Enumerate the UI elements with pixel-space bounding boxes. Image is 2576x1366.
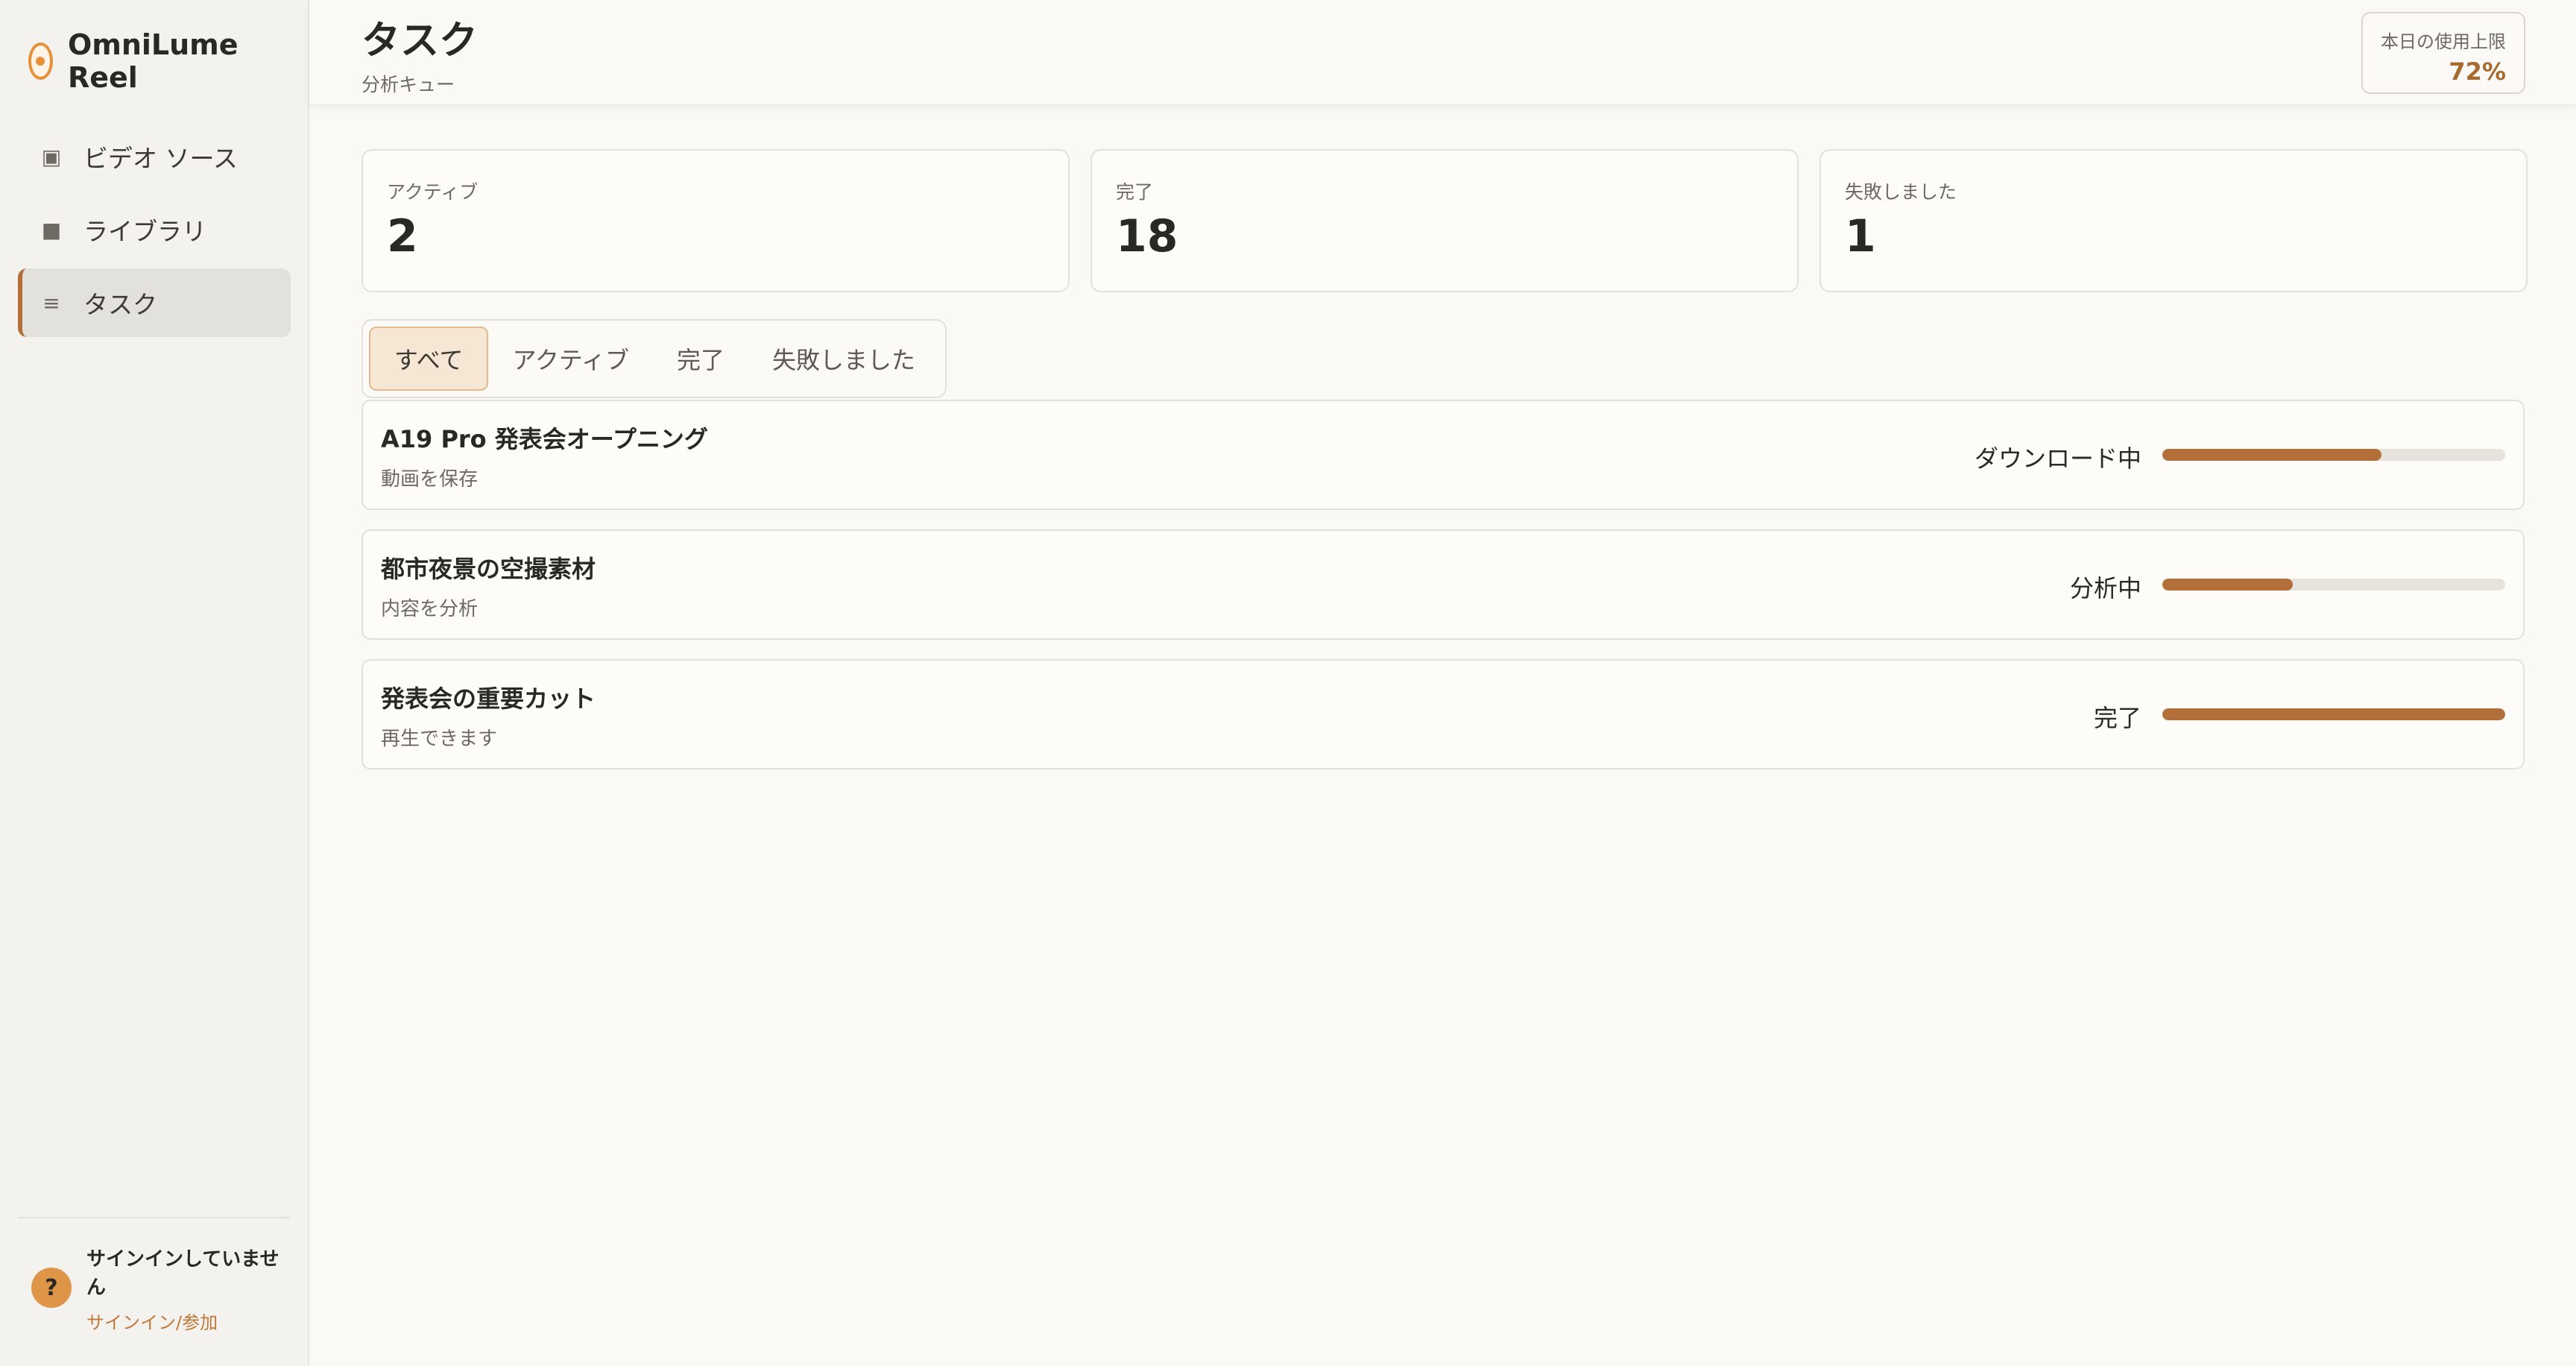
video-source-icon: ▣ bbox=[41, 144, 62, 169]
task-status: 完了 bbox=[2093, 704, 2141, 732]
library-icon: ■ bbox=[41, 217, 62, 242]
app-window: OmniLume Reel ▣ ビデオ ソース ■ ライブラリ ≡ タスク ? … bbox=[0, 0, 2576, 1366]
avatar[interactable]: ? bbox=[31, 1268, 72, 1308]
sidebar-item-label: ライブラリ bbox=[83, 217, 206, 246]
page-title: タスク bbox=[362, 19, 479, 63]
task-progress-fill bbox=[2162, 579, 2293, 591]
tab-all[interactable]: すべて bbox=[369, 327, 489, 391]
task-row[interactable]: 発表会の重要カット 再生できます 完了 bbox=[362, 659, 2525, 769]
sidebar-item-library[interactable]: ■ ライブラリ bbox=[18, 195, 291, 264]
tab-completed[interactable]: 完了 bbox=[653, 327, 748, 391]
sidebar: OmniLume Reel ▣ ビデオ ソース ■ ライブラリ ≡ タスク ? … bbox=[0, 0, 309, 1366]
main-content: タスク 分析キュー 本日の使用上限 72% アクティブ 2 完了 18 失敗しま… bbox=[309, 0, 2576, 1366]
sidebar-item-video-source[interactable]: ▣ ビデオ ソース bbox=[18, 122, 291, 191]
task-subtitle: 動画を保存 bbox=[381, 468, 479, 491]
stat-label: 失敗しました bbox=[1845, 181, 1957, 203]
quota-label: 本日の使用上限 bbox=[2381, 31, 2506, 52]
stat-card-active: アクティブ 2 bbox=[362, 149, 1070, 292]
stat-label: アクティブ bbox=[387, 181, 479, 203]
task-progress-bar bbox=[2162, 449, 2505, 461]
tab-failed[interactable]: 失敗しました bbox=[748, 327, 939, 391]
stats-row: アクティブ 2 完了 18 失敗しました 1 bbox=[362, 149, 2528, 292]
task-title: 都市夜景の空撮素材 bbox=[381, 555, 596, 583]
account-panel: ? サインインしていません サインイン/参加 bbox=[31, 1245, 280, 1334]
task-status: ダウンロード中 bbox=[1974, 444, 2141, 473]
sidebar-nav: ▣ ビデオ ソース ■ ライブラリ ≡ タスク bbox=[18, 122, 291, 342]
tab-active[interactable]: アクティブ bbox=[488, 327, 652, 391]
task-row[interactable]: 都市夜景の空撮素材 内容を分析 分析中 bbox=[362, 529, 2525, 640]
sidebar-item-tasks[interactable]: ≡ タスク bbox=[18, 268, 291, 337]
task-row[interactable]: A19 Pro 発表会オープニング 動画を保存 ダウンロード中 bbox=[362, 400, 2525, 510]
brand-name: OmniLume Reel bbox=[67, 28, 239, 94]
stat-card-failed: 失敗しました 1 bbox=[1819, 149, 2528, 292]
stat-value: 1 bbox=[1845, 210, 1876, 262]
page-subtitle: 分析キュー bbox=[362, 74, 455, 95]
sidebar-item-label: ビデオ ソース bbox=[83, 144, 238, 173]
task-subtitle: 再生できます bbox=[381, 728, 498, 750]
sidebar-item-label: タスク bbox=[83, 290, 157, 319]
tasks-icon: ≡ bbox=[42, 290, 60, 315]
task-progress-fill bbox=[2162, 708, 2505, 720]
filter-tabs: すべて アクティブ 完了 失敗しました bbox=[362, 319, 947, 398]
account-status: サインインしていません bbox=[86, 1248, 280, 1299]
stat-value: 2 bbox=[387, 210, 418, 262]
task-title: A19 Pro 発表会オープニング bbox=[381, 425, 708, 453]
task-subtitle: 内容を分析 bbox=[381, 598, 479, 620]
task-list: A19 Pro 発表会オープニング 動画を保存 ダウンロード中 都市夜景の空撮素… bbox=[362, 400, 2525, 789]
task-status: 分析中 bbox=[2069, 574, 2141, 602]
task-progress-fill bbox=[2162, 449, 2382, 461]
stat-value: 18 bbox=[1116, 210, 1178, 262]
quota-value: 72% bbox=[2449, 57, 2506, 86]
brand-logo-icon bbox=[28, 43, 53, 80]
task-title: 発表会の重要カット bbox=[381, 684, 596, 713]
page-header: タスク 分析キュー 本日の使用上限 72% bbox=[309, 0, 2576, 106]
task-progress-bar bbox=[2162, 579, 2505, 591]
sign-in-link[interactable]: サインイン/参加 bbox=[86, 1308, 280, 1334]
sidebar-divider bbox=[18, 1217, 290, 1218]
stat-label: 完了 bbox=[1116, 181, 1154, 203]
task-progress-bar bbox=[2162, 708, 2505, 720]
stat-card-completed: 完了 18 bbox=[1090, 149, 1799, 292]
usage-quota-badge: 本日の使用上限 72% bbox=[2361, 12, 2525, 94]
brand[interactable]: OmniLume Reel bbox=[28, 28, 308, 94]
